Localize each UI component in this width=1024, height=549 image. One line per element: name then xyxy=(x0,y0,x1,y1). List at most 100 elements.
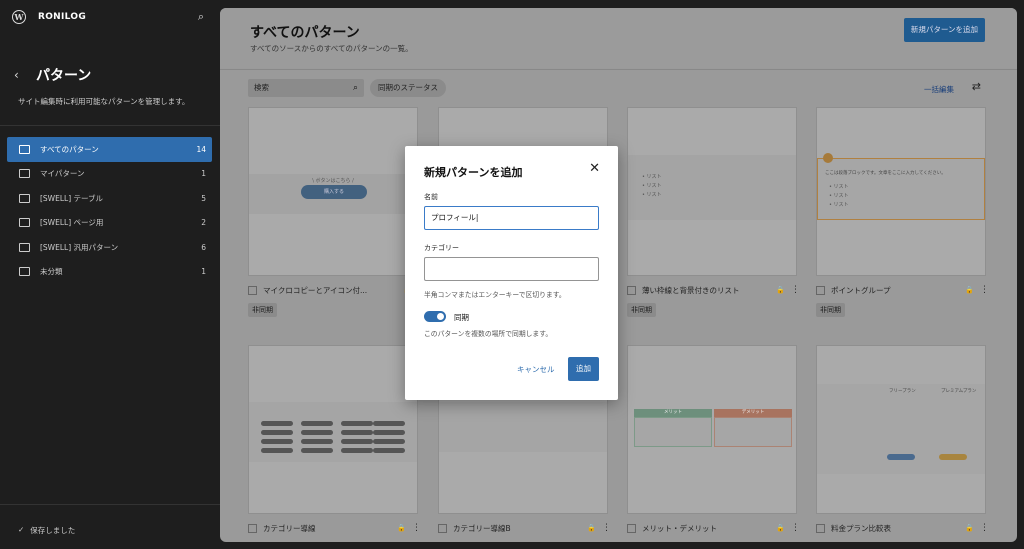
select-checkbox[interactable] xyxy=(248,285,257,295)
sidebar-item-count: 5 xyxy=(201,193,206,203)
add-pattern-dialog: 新規パターンを追加 ✕ 名前 プロフィール| カテゴリー 半角コンマまたはエンタ… xyxy=(405,146,618,400)
card-info: メリット・デメリット 🔒 ⋮ xyxy=(627,522,800,534)
sync-help: このパターンを複数の場所で同期します。 xyxy=(424,330,553,338)
select-checkbox[interactable] xyxy=(438,523,447,533)
search-input[interactable]: 検索 ⌕ xyxy=(248,79,364,97)
name-field-value: プロフィール xyxy=(431,213,476,222)
dialog-title: 新規パターンを追加 xyxy=(424,166,523,179)
add-button[interactable]: 追加 xyxy=(568,357,599,381)
bulk-edit-button[interactable]: 一括編集 xyxy=(924,84,954,95)
category-help: 半角コンマまたはエンターキーで区切ります。 xyxy=(424,291,566,299)
demerit-header: デメリット xyxy=(714,409,792,417)
toggle-knob xyxy=(437,313,444,320)
merit-header: メリット xyxy=(634,409,712,417)
search-icon: ⌕ xyxy=(352,83,358,93)
pattern-thumbnail[interactable]: • リスト • リスト • リスト xyxy=(627,107,797,276)
back-arrow-icon[interactable]: ‹ xyxy=(14,68,26,82)
folder-icon xyxy=(19,242,30,252)
sync-toggle[interactable] xyxy=(424,311,446,322)
more-options-icon[interactable]: ⋮ xyxy=(980,285,989,295)
main-header: すべてのパターン すべてのソースからのすべてのパターンの一覧。 新規パターンを追… xyxy=(220,8,1017,68)
sidebar-item-uncategorized[interactable]: 未分類 1 xyxy=(7,260,212,285)
point-icon xyxy=(823,153,833,163)
more-options-icon[interactable]: ⋮ xyxy=(412,523,421,533)
sync-status-filter[interactable]: 同期のステータス xyxy=(370,79,446,97)
toolbar: 検索 ⌕ 同期のステータス 一括編集 ⇄ xyxy=(220,69,1017,107)
sidebar-item-count: 1 xyxy=(201,267,206,277)
sidebar-nav: すべてのパターン 14 マイパターン 1 [SWELL] テーブル 5 [SWE… xyxy=(7,137,212,284)
pattern-name[interactable]: メリット・デメリット xyxy=(642,523,776,534)
card-info: マイクロコピーとアイコン付... 🔒 xyxy=(248,284,418,296)
sidebar-item-label: すべてのパターン xyxy=(40,144,99,154)
sidebar-item-count: 2 xyxy=(201,218,206,228)
select-checkbox[interactable] xyxy=(248,523,257,533)
thumb-button: 購入する xyxy=(301,185,367,199)
save-status: ✓ 保存しました xyxy=(18,525,75,536)
close-icon[interactable]: ✕ xyxy=(589,161,600,176)
card-info: 薄い枠線と背景付きのリスト 🔒 ⋮ xyxy=(627,284,800,296)
add-pattern-button[interactable]: 新規パターンを追加 xyxy=(903,18,985,42)
folder-icon xyxy=(19,218,30,228)
pattern-thumbnail[interactable]: \ ボタンはこちら / 購入する xyxy=(248,107,418,276)
category-label: カテゴリー xyxy=(424,244,459,252)
sync-badge: 非同期 xyxy=(248,303,277,317)
pattern-name[interactable]: カテゴリー導線 xyxy=(263,523,397,534)
select-checkbox[interactable] xyxy=(816,523,825,533)
select-checkbox[interactable] xyxy=(816,285,825,295)
sidebar-item-all-patterns[interactable]: すべてのパターン 14 xyxy=(7,137,212,162)
pattern-name[interactable]: マイクロコピーとアイコン付... xyxy=(263,285,403,296)
sidebar: W RONILOG ⌕ ‹ パターン サイト編集時に利用可能なパターンを管理しま… xyxy=(0,0,220,549)
search-placeholder: 検索 xyxy=(254,83,269,92)
pattern-name[interactable]: ポイントグループ xyxy=(831,285,965,296)
plan-label: プレミアムプラン xyxy=(941,389,977,394)
view-options-icon[interactable]: ⇄ xyxy=(972,80,981,93)
sidebar-item-swell-page[interactable]: [SWELL] ページ用 2 xyxy=(7,211,212,236)
sidebar-item-label: マイパターン xyxy=(40,169,85,179)
pattern-thumbnail[interactable] xyxy=(248,345,418,514)
plan-label: フリープラン xyxy=(889,389,916,394)
more-options-icon[interactable]: ⋮ xyxy=(980,523,989,533)
thumb-list: • リスト • リスト • リスト xyxy=(829,184,849,208)
save-status-text: 保存しました xyxy=(30,526,76,535)
pattern-thumbnail[interactable]: フリープラン プレミアムプラン xyxy=(816,345,986,514)
card-info: ポイントグループ 🔒 ⋮ xyxy=(816,284,989,296)
pattern-name[interactable]: 料金プラン比較表 xyxy=(831,523,965,534)
main-content: すべてのパターン すべてのソースからのすべてのパターンの一覧。 新規パターンを追… xyxy=(220,8,1017,542)
cancel-button[interactable]: キャンセル xyxy=(517,364,555,375)
folder-icon xyxy=(19,267,30,277)
category-field[interactable] xyxy=(424,257,599,281)
site-header: W RONILOG ⌕ xyxy=(12,9,208,25)
folder-icon xyxy=(19,169,30,179)
name-field[interactable]: プロフィール| xyxy=(424,206,599,230)
check-icon: ✓ xyxy=(18,525,25,534)
sync-badge: 非同期 xyxy=(816,303,845,317)
pattern-name[interactable]: 薄い枠線と背景付きのリスト xyxy=(642,285,776,296)
card-info: カテゴリー導線B 🔒 ⋮ xyxy=(438,522,611,534)
pattern-name[interactable]: カテゴリー導線B xyxy=(453,523,587,534)
more-options-icon[interactable]: ⋮ xyxy=(791,285,800,295)
sidebar-item-swell-table[interactable]: [SWELL] テーブル 5 xyxy=(7,186,212,211)
lock-icon: 🔒 xyxy=(397,524,406,532)
sync-label: 同期 xyxy=(454,313,469,322)
sidebar-item-count: 1 xyxy=(201,169,206,179)
sidebar-heading: ‹ パターン xyxy=(14,65,91,85)
select-checkbox[interactable] xyxy=(627,285,636,295)
select-checkbox[interactable] xyxy=(627,523,636,533)
sidebar-item-label: [SWELL] ページ用 xyxy=(40,218,104,228)
more-options-icon[interactable]: ⋮ xyxy=(602,523,611,533)
wordpress-logo-icon[interactable]: W xyxy=(12,10,26,24)
sync-badge: 非同期 xyxy=(627,303,656,317)
lock-icon: 🔒 xyxy=(587,524,596,532)
sidebar-description: サイト編集時に利用可能なパターンを管理します。 xyxy=(18,97,190,106)
folder-icon xyxy=(19,144,30,154)
sidebar-item-label: [SWELL] 汎用パターン xyxy=(40,242,119,252)
sidebar-item-my-patterns[interactable]: マイパターン 1 xyxy=(7,162,212,187)
sidebar-item-label: 未分類 xyxy=(40,267,63,277)
pattern-thumbnail[interactable]: メリット デメリット xyxy=(627,345,797,514)
site-name[interactable]: RONILOG xyxy=(38,12,86,22)
search-icon[interactable]: ⌕ xyxy=(194,10,208,24)
sidebar-item-label: [SWELL] テーブル xyxy=(40,193,104,203)
more-options-icon[interactable]: ⋮ xyxy=(791,523,800,533)
sidebar-item-swell-general[interactable]: [SWELL] 汎用パターン 6 xyxy=(7,235,212,260)
pattern-thumbnail[interactable]: ここは段落ブロックです。文章をここに入力してください。 • リスト • リスト … xyxy=(816,107,986,276)
